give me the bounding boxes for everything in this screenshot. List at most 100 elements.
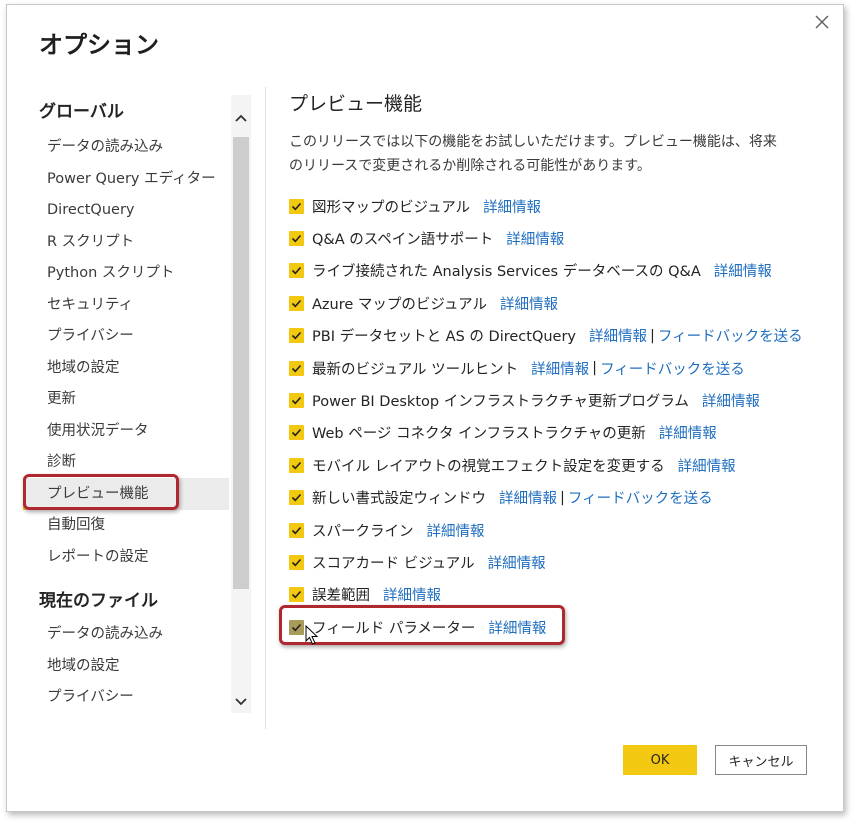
feature-checkbox[interactable] xyxy=(289,295,304,311)
preview-features-panel: プレビュー機能 このリリースでは以下の機能をお試しいただけます。プレビュー機能は… xyxy=(279,89,829,646)
feature-row: スコアカード ビジュアル 詳細情報 xyxy=(289,546,829,578)
feature-label: スコアカード ビジュアル xyxy=(312,555,475,572)
link-separator: | xyxy=(650,327,655,344)
feature-checkbox[interactable] xyxy=(289,231,304,247)
nav-item-global-13[interactable]: レポートの設定 xyxy=(23,541,229,573)
feature-label: Web ページ コネクタ インフラストラクチャの更新 xyxy=(312,426,646,443)
feature-checkbox[interactable] xyxy=(289,360,304,376)
feature-checkbox[interactable] xyxy=(289,522,304,538)
checkmark-icon xyxy=(291,396,302,405)
dialog-title: オプション xyxy=(39,31,159,59)
feature-checkbox[interactable] xyxy=(289,263,304,279)
feature-row: Web ページ コネクタ インフラストラクチャの更新 詳細情報 xyxy=(289,417,829,449)
checkmark-icon xyxy=(291,202,302,211)
nav-item-global-1[interactable]: Power Query エディター xyxy=(23,163,229,195)
details-link[interactable]: 詳細情報 xyxy=(427,520,485,541)
feature-row: 最新のビジュアル ツールヒント 詳細情報 | フィードバックを送る xyxy=(289,352,829,384)
feature-checkbox[interactable] xyxy=(289,328,304,344)
nav-item-global-12[interactable]: 自動回復 xyxy=(23,509,229,541)
checkmark-icon xyxy=(291,461,302,470)
nav-item-global-3[interactable]: R スクリプト xyxy=(23,226,229,258)
checkmark-icon xyxy=(291,623,302,632)
feature-label: ライブ接続された Analysis Services データベースの Q&A xyxy=(312,264,701,281)
feedback-link[interactable]: フィードバックを送る xyxy=(568,487,713,508)
feature-checkbox[interactable] xyxy=(289,490,304,506)
cancel-button[interactable]: キャンセル xyxy=(715,745,807,775)
nav-item-global-6[interactable]: プライバシー xyxy=(23,320,229,352)
feature-checkbox[interactable] xyxy=(289,198,304,214)
details-link[interactable]: 詳細情報 xyxy=(499,487,557,508)
feature-checkbox[interactable] xyxy=(289,393,304,409)
nav-heading-current-file: 現在のファイル xyxy=(39,591,158,611)
section-title: プレビュー機能 xyxy=(289,93,423,115)
feature-row: Q&A のスペイン語サポート 詳細情報 xyxy=(289,222,829,254)
feature-label: 最新のビジュアル ツールヒント xyxy=(312,361,519,378)
feature-label: フィールド パラメーター xyxy=(312,620,476,637)
details-link[interactable]: 詳細情報 xyxy=(531,358,589,379)
details-link[interactable]: 詳細情報 xyxy=(589,325,647,346)
feedback-link[interactable]: フィードバックを送る xyxy=(658,325,803,346)
nav-item-file-0[interactable]: データの読み込み xyxy=(23,618,229,650)
feature-row: Azure マップのビジュアル 詳細情報 xyxy=(289,287,829,319)
details-link[interactable]: 詳細情報 xyxy=(488,617,546,638)
feature-checkbox[interactable] xyxy=(289,425,304,441)
feature-row: PBI データセットと AS の DirectQuery 詳細情報 | フィードバック… xyxy=(289,320,829,352)
details-link[interactable]: 詳細情報 xyxy=(506,228,564,249)
nav-item-file-2[interactable]: プライバシー xyxy=(23,681,229,713)
details-link[interactable]: 詳細情報 xyxy=(500,293,558,314)
checkmark-icon xyxy=(291,364,302,373)
feature-checkbox[interactable] xyxy=(289,587,304,603)
nav-item-file-1[interactable]: 地域の設定 xyxy=(23,650,229,682)
nav-item-global-11[interactable]: プレビュー機能 xyxy=(23,477,229,510)
feature-label: Q&A のスペイン語サポート xyxy=(312,232,494,249)
details-link[interactable]: 詳細情報 xyxy=(488,552,546,573)
nav-item-global-8[interactable]: 更新 xyxy=(23,383,229,415)
nav-item-global-2[interactable]: DirectQuery xyxy=(23,194,229,226)
checkmark-icon xyxy=(291,526,302,535)
checkmark-icon xyxy=(291,558,302,567)
feature-label: スパークライン xyxy=(312,523,414,540)
section-description: このリリースでは以下の機能をお試しいただけます。プレビュー機能は、将来のリリース… xyxy=(289,134,777,174)
details-link[interactable]: 詳細情報 xyxy=(483,196,541,217)
scroll-up-button[interactable] xyxy=(231,107,251,129)
feature-label: PBI データセットと AS の DirectQuery xyxy=(312,329,577,346)
feature-label: Azure マップのビジュアル xyxy=(312,296,487,313)
details-link[interactable]: 詳細情報 xyxy=(678,455,736,476)
link-separator: | xyxy=(560,489,565,506)
details-link[interactable]: 詳細情報 xyxy=(659,422,717,443)
checkmark-icon xyxy=(291,332,302,340)
scroll-thumb[interactable] xyxy=(233,137,249,589)
nav-item-global-0[interactable]: データの読み込み xyxy=(23,131,229,163)
feature-row: ライブ接続された Analysis Services データベースの Q&A 詳細… xyxy=(289,255,829,287)
feature-checkbox[interactable] xyxy=(289,619,304,635)
options-nav: グローバル データの読み込み Power Query エディター DirectQuer… xyxy=(7,91,233,727)
nav-scrollbar[interactable] xyxy=(231,95,251,713)
nav-item-global-4[interactable]: Python スクリプト xyxy=(23,257,229,289)
close-button[interactable] xyxy=(811,11,833,33)
checkmark-icon xyxy=(291,267,302,275)
scroll-down-button[interactable] xyxy=(231,691,251,713)
feature-checkbox[interactable] xyxy=(289,554,304,570)
nav-item-global-10[interactable]: 診断 xyxy=(23,446,229,478)
details-link[interactable]: 詳細情報 xyxy=(702,390,760,411)
nav-item-global-9[interactable]: 使用状況データ xyxy=(23,415,229,447)
feature-row: モバイル レイアウトの視覚エフェクト設定を変更する 詳細情報 xyxy=(289,449,829,481)
details-link[interactable]: 詳細情報 xyxy=(714,260,772,281)
chevron-up-icon xyxy=(235,114,247,122)
nav-item-global-5[interactable]: セキュリティ xyxy=(23,289,229,321)
feature-row: フィールド パラメーター 詳細情報 xyxy=(279,605,829,646)
feature-row: スパークライン 詳細情報 xyxy=(289,514,829,546)
ok-button[interactable]: OK xyxy=(623,745,697,775)
feature-row: 新しい書式設定ウィンドウ 詳細情報 | フィードバックを送る xyxy=(289,482,829,514)
feature-row: 誤差範囲 詳細情報 xyxy=(289,579,829,611)
feature-label: 新しい書式設定ウィンドウ xyxy=(312,491,486,508)
options-dialog: オプション グローバル データの読み込み Power Query エディター Dire… xyxy=(6,4,844,812)
details-link[interactable]: 詳細情報 xyxy=(383,584,441,605)
nav-item-global-7[interactable]: 地域の設定 xyxy=(23,352,229,384)
close-icon xyxy=(815,15,829,29)
checkmark-icon xyxy=(291,299,302,308)
feedback-link[interactable]: フィードバックを送る xyxy=(600,358,745,379)
feature-row: 図形マップのビジュアル 詳細情報 xyxy=(289,190,829,222)
checkmark-icon xyxy=(291,494,302,502)
feature-checkbox[interactable] xyxy=(289,457,304,473)
